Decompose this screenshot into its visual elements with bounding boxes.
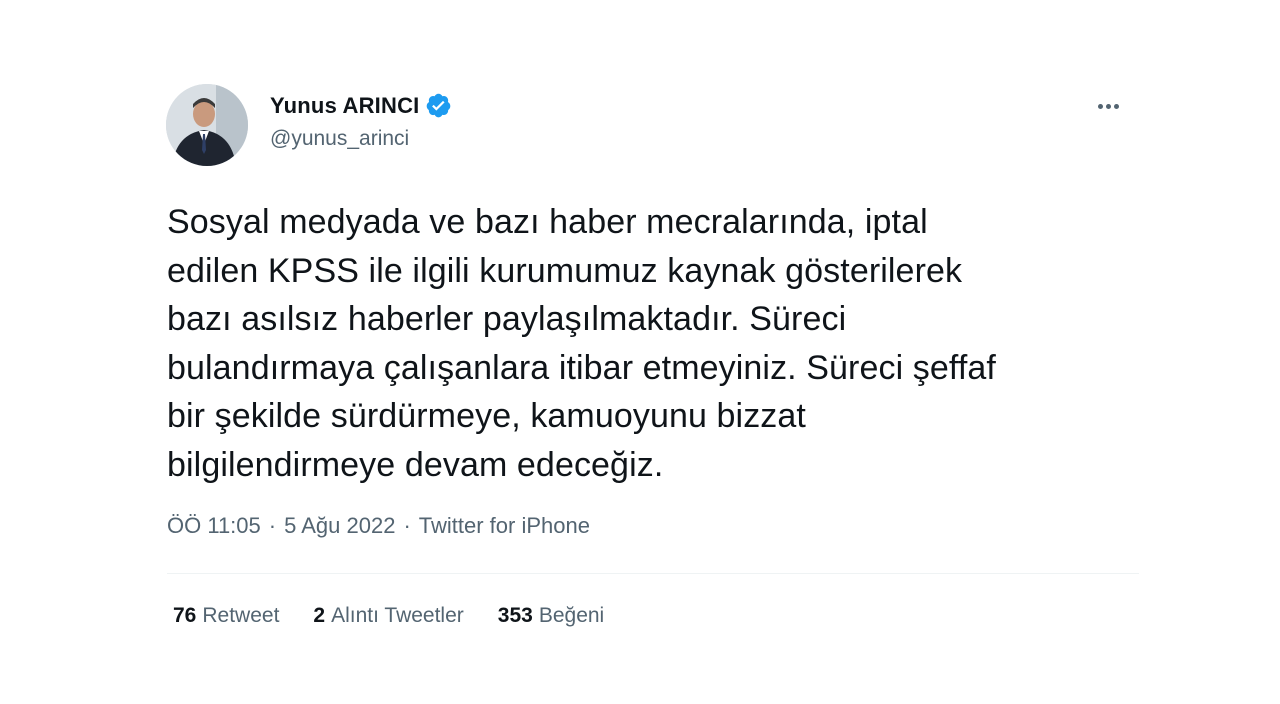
dot xyxy=(1097,103,1103,109)
avatar[interactable] xyxy=(166,84,248,166)
dot xyxy=(1113,103,1119,109)
retweet-count-label: Retweet xyxy=(202,604,280,627)
tweet-date[interactable]: 5 Ağu 2022 xyxy=(284,513,395,539)
tweet-text-line: bilgilendirmeye devam edeceğiz. xyxy=(167,445,664,484)
verified-badge-icon xyxy=(425,92,452,119)
tweet-text-line: edilen KPSS ile ilgili kurumumuz kaynak … xyxy=(167,251,963,290)
page: Yunus ARINCI @yunus_arinci Sosyal medyad… xyxy=(0,0,1280,704)
tweet-text-line: bulandırmaya çalışanlara itibar etmeyini… xyxy=(167,348,996,387)
tweet-card: Yunus ARINCI @yunus_arinci Sosyal medyad… xyxy=(146,68,1156,668)
meta-separator: · xyxy=(403,513,411,538)
divider xyxy=(167,573,1139,574)
avatar-image xyxy=(166,84,248,166)
tweet-text-line: bazı asılsız haberler paylaşılmaktadır. … xyxy=(167,300,847,338)
tweet-text-line: Sosyal medyada ve bazı haber mecralarınd… xyxy=(167,203,928,241)
tweet-text: Sosyal medyada ve bazı haber mecralarınd… xyxy=(167,198,1142,489)
tweet-meta: ÖÖ 11:05 · 5 Ağu 2022 · Twitter for iPho… xyxy=(167,513,590,539)
display-name[interactable]: Yunus ARINCI xyxy=(270,93,419,119)
like-count-label: Beğeni xyxy=(538,604,605,627)
user-handle[interactable]: @yunus_arinci xyxy=(270,127,409,151)
tweet-stats: 76 Retweet 2 Alıntı Tweetler 353 Beğeni xyxy=(173,604,604,628)
quote-count-label: Alıntı Tweetler xyxy=(331,604,464,627)
meta-separator: · xyxy=(268,513,277,538)
quote-count-number: 2 xyxy=(313,604,326,627)
tweet-source[interactable]: Twitter for iPhone xyxy=(419,513,590,539)
more-options-icon[interactable] xyxy=(1090,92,1126,120)
tweet-time[interactable]: ÖÖ 11:05 xyxy=(167,513,261,539)
retweet-count[interactable]: 76 Retweet xyxy=(173,604,279,628)
dot xyxy=(1105,103,1111,109)
retweet-count-number: 76 xyxy=(173,604,197,627)
like-count[interactable]: 353 Beğeni xyxy=(498,604,604,628)
name-row: Yunus ARINCI xyxy=(270,92,452,119)
like-count-number: 353 xyxy=(497,604,533,627)
tweet-text-line: bir şekilde sürdürmeye, kamuoyunu bizzat xyxy=(167,397,806,435)
quote-tweet-count[interactable]: 2 Alıntı Tweetler xyxy=(313,604,463,628)
